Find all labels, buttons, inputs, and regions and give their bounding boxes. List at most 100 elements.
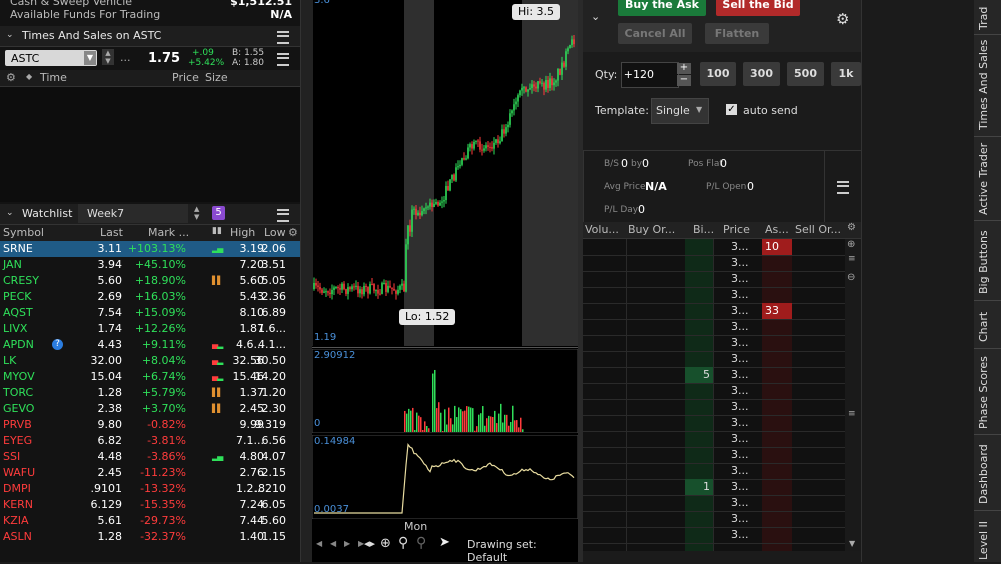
col-low[interactable]: Low (264, 226, 286, 239)
ladder-row[interactable]: 3... (583, 495, 845, 512)
sell-bid-button[interactable]: Sell the Bid (716, 0, 800, 16)
col-time[interactable]: Time (40, 71, 67, 84)
pane-divider[interactable] (312, 347, 578, 348)
watchlist-badge[interactable]: 5 (212, 206, 225, 220)
ladder-row[interactable]: 3... (583, 271, 845, 288)
price-chart[interactable] (312, 0, 578, 346)
ladder-bid[interactable]: 1 (685, 479, 713, 495)
ladder-row[interactable]: 3...5 (583, 367, 845, 384)
template-select[interactable]: Single ▼ (651, 98, 709, 124)
col-volume[interactable]: Volu... (585, 223, 619, 236)
watchlist-row[interactable]: KERN6.129-15.35%7.246.05 (0, 497, 300, 513)
info-icon[interactable]: ? (52, 339, 63, 350)
side-tab-times-sales[interactable]: Times And Sales (977, 40, 997, 130)
center-icon[interactable]: ≡ (848, 254, 856, 264)
ladder-ask[interactable]: 10 (762, 239, 792, 255)
watchlist-row[interactable]: AQST7.54+15.09%8.106.89 (0, 305, 300, 321)
settings-gear-icon[interactable]: ⚙ (288, 226, 298, 239)
cancel-all-button[interactable]: Cancel All (618, 23, 692, 44)
ladder-row[interactable]: 3...10 (583, 239, 845, 256)
zoom-out-icon[interactable]: ⚲ (416, 535, 426, 551)
ladder-row[interactable]: 3... (583, 319, 845, 336)
watchlist-row[interactable]: DMPI.9101-13.32%1.2....8210 (0, 481, 300, 497)
watchlist-selector[interactable]: Week7 (78, 204, 188, 223)
watchlist-row[interactable]: APDN4.43+9.11%4.6...4.1...?▄▂ (0, 337, 300, 353)
watchlist-row[interactable]: EYEG6.82-3.81%7.1...6.56 (0, 433, 300, 449)
qty-input[interactable]: +120 (621, 62, 679, 88)
ladder-row[interactable]: 3... (583, 415, 845, 432)
col-ask[interactable]: As... (765, 223, 789, 236)
settings-gear-icon[interactable]: ⚙ (847, 222, 856, 233)
qty-preset-500[interactable]: 500 (787, 62, 824, 86)
menu-icon[interactable] (837, 181, 849, 194)
ladder-ask[interactable]: 33 (762, 303, 792, 319)
watchlist-row[interactable]: WAFU2.45-11.23%2.762.15 (0, 465, 300, 481)
qty-plus-icon[interactable]: + (677, 63, 691, 74)
ladder-row[interactable]: 3... (583, 383, 845, 400)
watchlist-row[interactable]: LK32.00+8.04%32.5630.50▄▂ (0, 353, 300, 369)
side-tab-big-buttons[interactable]: Big Buttons (977, 226, 997, 294)
side-tab-active-trader[interactable]: Active Trader (977, 140, 997, 215)
volume-chart[interactable] (312, 349, 578, 433)
zoom-out-icon[interactable]: ⊖ (847, 272, 855, 283)
zoom-in-icon[interactable]: ⊕ (847, 239, 855, 250)
side-tab-chart[interactable]: Chart (977, 306, 997, 342)
scroll-start-icon[interactable]: ◀ (330, 539, 336, 548)
col-price[interactable]: Price (723, 223, 750, 236)
collapse-chevron-icon[interactable]: ⌄ (6, 208, 14, 218)
watchlist-row[interactable]: SSI4.48-3.86%4.804.07▂▄ (0, 449, 300, 465)
side-tab-trade[interactable]: Trad (977, 0, 997, 30)
ladder-row[interactable]: 3...1 (583, 479, 845, 496)
col-mark[interactable]: Mark ... (148, 226, 189, 239)
ladder-row[interactable]: 3... (583, 511, 845, 528)
settings-gear-icon[interactable]: ⚙ (836, 10, 849, 28)
cursor-icon[interactable]: ➤ (439, 535, 450, 550)
watchlist-row[interactable]: SRNE3.11+103.13%3.192.06▂▄ (0, 241, 300, 257)
price-ladder[interactable]: 3...103...3...3...3...333...3...3...3...… (583, 239, 845, 551)
ladder-row[interactable]: 3... (583, 431, 845, 448)
watchlist-row[interactable]: PECK2.69+16.03%5.432.36 (0, 289, 300, 305)
col-high[interactable]: High (230, 226, 255, 239)
watchlist-row[interactable]: ASLN1.28-32.37%1.401.15 (0, 529, 300, 545)
drawing-set-label[interactable]: Drawing set: Default (467, 538, 578, 564)
ladder-row[interactable]: 3... (583, 463, 845, 480)
watchlist-row[interactable]: GEVO2.38+3.70%2.452.30▌▌ (0, 401, 300, 417)
col-last[interactable]: Last (100, 226, 123, 239)
col-bid[interactable]: Bi... (693, 223, 714, 236)
settings-gear-icon[interactable]: ⚙ (6, 71, 16, 84)
menu-icon[interactable] (277, 53, 289, 66)
watchlist-row[interactable]: KZIA5.61-29.73%7.445.60 (0, 513, 300, 529)
ladder-row[interactable]: 3... (583, 287, 845, 304)
side-tab-level-ii[interactable]: Level II (977, 514, 997, 560)
auto-send-label[interactable]: auto send (743, 104, 798, 117)
ladder-row[interactable]: 3... (583, 447, 845, 464)
qty-preset-1k[interactable]: 1k (831, 62, 861, 86)
scroll-right-icon[interactable]: ▶ (344, 539, 350, 548)
watchlist-row[interactable]: LIVX1.74+12.26%1.871.6... (0, 321, 300, 337)
expand-icon[interactable]: ◂▸ (364, 537, 375, 550)
symbol-stepper-icon[interactable]: ▲▼ (102, 49, 114, 65)
qty-preset-300[interactable]: 300 (743, 62, 780, 86)
watchlist-row[interactable]: JAN3.94+45.10%7.203.51 (0, 257, 300, 273)
col-symbol[interactable]: Symbol (3, 226, 44, 239)
more-button[interactable]: ... (120, 51, 131, 64)
menu-icon[interactable] (277, 31, 289, 44)
watchlist-row[interactable]: MYOV15.04+6.74%15.4614.20▄▂ (0, 369, 300, 385)
ladder-row[interactable]: 3... (583, 527, 845, 544)
col-buy-orders[interactable]: Buy Or... (628, 223, 675, 236)
watchlist-row[interactable]: TORC1.28+5.79%1.371.20▌▌ (0, 385, 300, 401)
symbol-input[interactable]: ASTC ▼ (5, 50, 97, 66)
ladder-row[interactable]: 3...33 (583, 303, 845, 320)
scroll-down-icon[interactable]: ▼ (849, 539, 855, 548)
col-price[interactable]: Price (172, 71, 199, 84)
scroll-thumb[interactable]: ≡ (848, 409, 856, 419)
watchlist-stepper-icon[interactable]: ▲▼ (194, 205, 199, 221)
watchlist-row[interactable]: CRESY5.60+18.90%5.605.05▌▌ (0, 273, 300, 289)
col-size[interactable]: Size (205, 71, 228, 84)
watchlist-row[interactable]: PRVB9.80-0.82%9.999.319 (0, 417, 300, 433)
symbol-dropdown-icon[interactable]: ▼ (84, 51, 96, 65)
ladder-row[interactable]: 3... (583, 351, 845, 368)
ladder-bid[interactable]: 5 (685, 367, 713, 383)
qty-preset-100[interactable]: 100 (700, 62, 736, 86)
ladder-scrollbar[interactable]: ⊕ ≡ ⊖ ≡ ▼ (845, 239, 861, 551)
